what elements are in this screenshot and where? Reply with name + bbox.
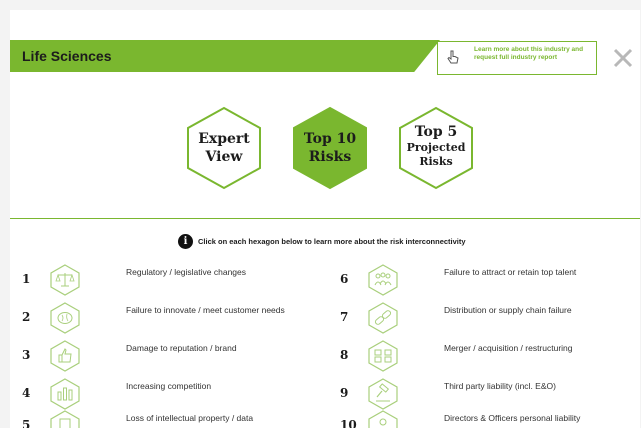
risk-item[interactable]: 4 Increasing competition xyxy=(22,378,332,410)
thumbs-up-icon xyxy=(50,340,80,372)
hexagon-top-5-projected-risks[interactable]: Top 5 Projected Risks xyxy=(398,106,474,190)
risk-item[interactable]: 2 Failure to innovate / meet customer ne… xyxy=(22,302,332,334)
pointer-hand-icon xyxy=(447,50,459,64)
brain-icon xyxy=(50,302,80,334)
risk-item[interactable]: 6 Failure to attract or retain top talen… xyxy=(340,264,640,296)
risk-item[interactable]: 10 Directors & Officers personal liabili… xyxy=(340,410,640,428)
risk-item[interactable]: 5 Loss of intellectual property / data xyxy=(22,410,332,428)
life-sciences-panel: Life Sciences Learn more about this indu… xyxy=(10,10,640,428)
scales-icon xyxy=(50,264,80,296)
risk-item[interactable]: 9 Third party liability (incl. E&O) xyxy=(340,378,640,410)
merge-icon xyxy=(368,340,398,372)
info-icon: i xyxy=(178,233,193,249)
learn-more-button[interactable]: Learn more about this industry and reque… xyxy=(437,41,597,75)
interconnectivity-hint: i Click on each hexagon below to learn m… xyxy=(178,233,466,249)
bar-chart-icon xyxy=(50,378,80,410)
document-icon xyxy=(50,410,80,428)
risk-item[interactable]: 7 Distribution or supply chain failure xyxy=(340,302,640,334)
hexagon-label: Expert View xyxy=(198,131,250,165)
hexagon-label: Top 10 Risks xyxy=(303,131,357,165)
risk-item[interactable]: 8 Merger / acquisition / restructuring xyxy=(340,340,640,372)
people-icon xyxy=(368,264,398,296)
learn-more-text: Learn more about this industry and reque… xyxy=(474,46,584,61)
close-icon[interactable] xyxy=(612,47,634,69)
page-title: Life Sciences xyxy=(22,48,112,64)
hexagon-label: Top 5 Projected Risks xyxy=(406,124,466,168)
hexagon-top-10-risks[interactable]: Top 10 Risks xyxy=(292,106,368,190)
section-divider xyxy=(10,218,640,219)
hexagon-expert-view[interactable]: Expert View xyxy=(186,106,262,190)
risk-item[interactable]: 3 Damage to reputation / brand xyxy=(22,340,332,372)
gavel-icon xyxy=(368,378,398,410)
chain-link-icon xyxy=(368,302,398,334)
risk-item[interactable]: 1 Regulatory / legislative changes xyxy=(22,264,332,296)
officer-icon xyxy=(368,410,398,428)
